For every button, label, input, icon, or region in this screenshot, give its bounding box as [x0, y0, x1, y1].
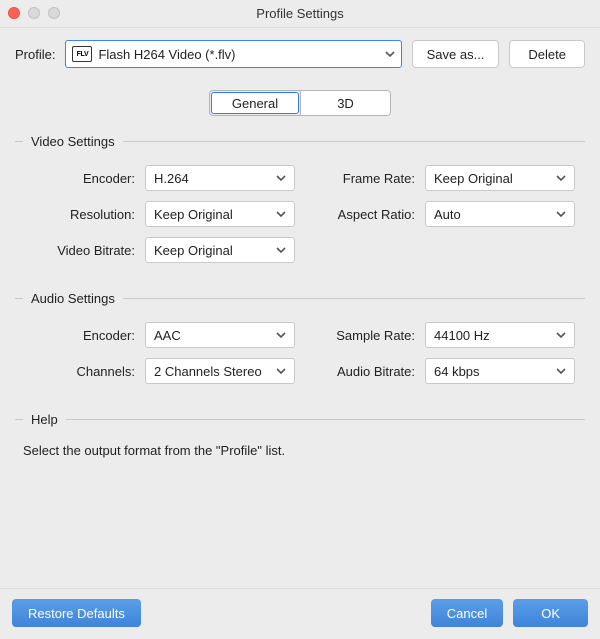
traffic-lights [8, 7, 60, 19]
video-encoder-value: H.264 [154, 171, 276, 186]
resolution-value: Keep Original [154, 207, 276, 222]
aspect-ratio-label: Aspect Ratio: [305, 207, 425, 222]
audio-bitrate-label: Audio Bitrate: [305, 364, 425, 379]
close-window-button[interactable] [8, 7, 20, 19]
channels-value: 2 Channels Stereo [154, 364, 276, 379]
audio-encoder-select[interactable]: AAC [145, 322, 295, 348]
audio-settings-header: Audio Settings [15, 291, 585, 306]
audio-settings-group: Audio Settings Encoder: AAC Sample Rate:… [15, 291, 585, 384]
divider [15, 298, 23, 299]
ok-button[interactable]: OK [513, 599, 588, 627]
tab-strip: General 3D [15, 90, 585, 116]
divider [66, 419, 585, 420]
profile-label: Profile: [15, 47, 55, 62]
chevron-down-icon [556, 368, 566, 374]
cancel-button[interactable]: Cancel [431, 599, 503, 627]
delete-button[interactable]: Delete [509, 40, 585, 68]
tab-general[interactable]: General [211, 92, 299, 114]
aspect-ratio-select[interactable]: Auto [425, 201, 575, 227]
frame-rate-value: Keep Original [434, 171, 556, 186]
video-encoder-label: Encoder: [15, 171, 145, 186]
minimize-window-button[interactable] [28, 7, 40, 19]
restore-defaults-button[interactable]: Restore Defaults [12, 599, 141, 627]
sample-rate-select[interactable]: 44100 Hz [425, 322, 575, 348]
chevron-down-icon [556, 175, 566, 181]
chevron-down-icon [556, 211, 566, 217]
help-text: Select the output format from the "Profi… [15, 443, 585, 458]
profile-row: Profile: FLV Flash H264 Video (*.flv) Sa… [15, 40, 585, 68]
video-bitrate-value: Keep Original [154, 243, 276, 258]
chevron-down-icon [556, 332, 566, 338]
bottom-bar: Restore Defaults Cancel OK [0, 588, 600, 639]
frame-rate-select[interactable]: Keep Original [425, 165, 575, 191]
tab-3d[interactable]: 3D [300, 91, 390, 115]
window-title: Profile Settings [256, 6, 343, 21]
sample-rate-label: Sample Rate: [305, 328, 425, 343]
video-bitrate-select[interactable]: Keep Original [145, 237, 295, 263]
resolution-select[interactable]: Keep Original [145, 201, 295, 227]
audio-settings-rows: Encoder: AAC Sample Rate: 44100 Hz Chann… [15, 322, 585, 384]
video-settings-rows: Encoder: H.264 Frame Rate: Keep Original… [15, 165, 585, 263]
divider [15, 141, 23, 142]
chevron-down-icon [385, 51, 395, 57]
chevron-down-icon [276, 211, 286, 217]
audio-encoder-label: Encoder: [15, 328, 145, 343]
video-encoder-select[interactable]: H.264 [145, 165, 295, 191]
resolution-label: Resolution: [15, 207, 145, 222]
video-settings-header: Video Settings [15, 134, 585, 149]
content-area: Profile: FLV Flash H264 Video (*.flv) Sa… [0, 28, 600, 588]
chevron-down-icon [276, 368, 286, 374]
audio-settings-title: Audio Settings [31, 291, 115, 306]
save-as-button[interactable]: Save as... [412, 40, 500, 68]
titlebar: Profile Settings [0, 0, 600, 28]
video-settings-group: Video Settings Encoder: H.264 Frame Rate… [15, 134, 585, 263]
audio-encoder-value: AAC [154, 328, 276, 343]
zoom-window-button[interactable] [48, 7, 60, 19]
divider [15, 419, 23, 420]
chevron-down-icon [276, 247, 286, 253]
chevron-down-icon [276, 175, 286, 181]
help-title: Help [31, 412, 58, 427]
audio-bitrate-select[interactable]: 64 kbps [425, 358, 575, 384]
tab-group: General 3D [209, 90, 391, 116]
help-group: Help Select the output format from the "… [15, 412, 585, 458]
profile-select[interactable]: FLV Flash H264 Video (*.flv) [65, 40, 401, 68]
audio-bitrate-value: 64 kbps [434, 364, 556, 379]
flv-format-icon: FLV [72, 46, 92, 62]
help-header: Help [15, 412, 585, 427]
sample-rate-value: 44100 Hz [434, 328, 556, 343]
divider [123, 298, 585, 299]
video-bitrate-label: Video Bitrate: [15, 243, 145, 258]
aspect-ratio-value: Auto [434, 207, 556, 222]
frame-rate-label: Frame Rate: [305, 171, 425, 186]
divider [123, 141, 585, 142]
chevron-down-icon [276, 332, 286, 338]
channels-select[interactable]: 2 Channels Stereo [145, 358, 295, 384]
video-settings-title: Video Settings [31, 134, 115, 149]
channels-label: Channels: [15, 364, 145, 379]
profile-selected-value: Flash H264 Video (*.flv) [98, 47, 384, 62]
